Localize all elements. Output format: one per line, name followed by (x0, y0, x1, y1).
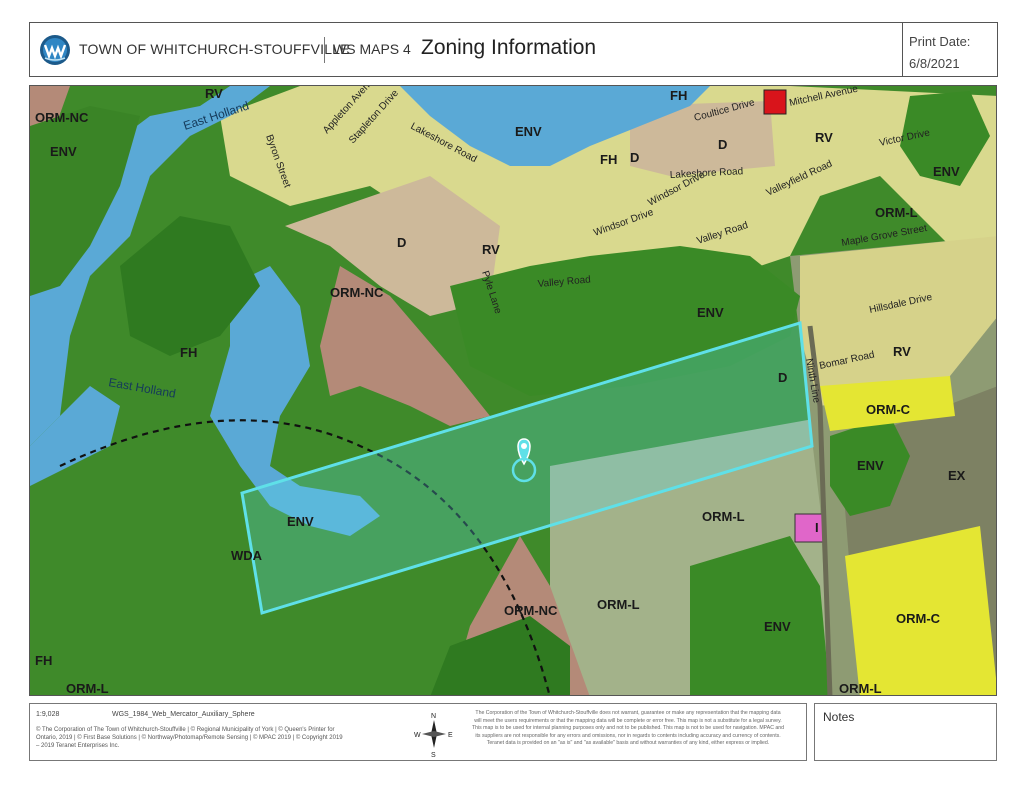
zone-label: D (630, 150, 639, 165)
print-date-value: 6/8/2021 (909, 56, 960, 71)
zone-label: RV (893, 344, 911, 359)
zone-label: ENV (764, 619, 791, 634)
zone-label: FH (670, 88, 687, 103)
zone-label: ORM-NC (35, 110, 89, 125)
zone-label: ORM-L (839, 681, 882, 696)
zone-label: ENV (857, 458, 884, 473)
map-credits: © The Corporation of The Town of Whitchu… (36, 726, 416, 750)
credits-line: © The Corporation of The Town of Whitchu… (36, 727, 335, 733)
compass-w: W (414, 732, 421, 739)
compass-e: E (448, 732, 453, 739)
zone-label: I (815, 520, 819, 535)
zone-label: RV (482, 242, 500, 257)
zone-label: ORM-NC (330, 285, 384, 300)
map-header: TOWN OF WHITCHURCH-STOUFFVILLE WS MAPS 4… (29, 22, 903, 77)
zone-label: ENV (697, 305, 724, 320)
zone-label: ORM-L (597, 597, 640, 612)
zone-label: RV (815, 130, 833, 145)
organization-name: TOWN OF WHITCHURCH-STOUFFVILLE (79, 41, 350, 57)
disclaimer-line: Teranet data is provided on an "as is" a… (486, 740, 770, 747)
zone-label: ORM-C (896, 611, 941, 626)
disclaimer-line: will meet the users requirements or that… (474, 717, 782, 724)
notes-box: Notes (814, 703, 997, 761)
map-projection: WGS_1984_Web_Mercator_Auxiliary_Sphere (112, 711, 255, 718)
compass-s: S (431, 752, 436, 758)
disclaimer-line: its suppliers are not responsible for an… (475, 732, 781, 739)
header-divider (324, 37, 325, 63)
zone-label: WDA (231, 548, 263, 563)
zoning-map[interactable]: ORM-NC ENV RV FH ENV FH D D RV ENV ORM-L… (29, 85, 997, 696)
zone-label: ENV (515, 124, 542, 139)
north-arrow-icon: N S E W (414, 713, 453, 758)
zone-label: ORM-L (875, 205, 918, 220)
zone-label: EX (948, 468, 966, 483)
zone-label: ENV (287, 514, 314, 529)
notes-label: Notes (823, 710, 855, 724)
town-logo-icon (40, 35, 70, 65)
zone-label: ORM-L (702, 509, 745, 524)
disclaimer-line: The Corporation of the Town of Whitchurc… (475, 710, 781, 716)
institutional-parcel (794, 513, 826, 543)
zone-label: FH (35, 653, 52, 668)
map-footer: 1:9,028 WGS_1984_Web_Mercator_Auxiliary_… (29, 703, 807, 761)
zone-label: RV (205, 86, 223, 101)
map-disclaimer: The Corporation of the Town of Whitchurc… (454, 710, 802, 748)
zone-label: D (718, 137, 727, 152)
page-title: Zoning Information (421, 36, 597, 59)
red-parcel (763, 89, 787, 115)
zone-label: ORM-L (66, 681, 109, 696)
zone-label: FH (180, 345, 197, 360)
print-date-box: Print Date: 6/8/2021 (903, 22, 998, 77)
zone-label: FH (600, 152, 617, 167)
credits-line: – 2019 Teranet Enterprises Inc. (36, 743, 120, 749)
credits-line: Ontario, 2019 | © First Base Solutions |… (36, 735, 343, 741)
print-date-label: Print Date: (909, 34, 971, 49)
zoning-map-canvas[interactable]: ORM-NC ENV RV FH ENV FH D D RV ENV ORM-L… (30, 86, 997, 696)
disclaimer-line: This map is to be used for internal plan… (471, 725, 785, 732)
zone-label: ENV (933, 164, 960, 179)
zone-label: ORM-NC (504, 603, 558, 618)
app-name: WS MAPS 4 (333, 41, 411, 57)
zone-label: D (397, 235, 406, 250)
zone-label: D (778, 370, 787, 385)
compass-n: N (431, 713, 436, 720)
zone-label: ENV (50, 144, 77, 159)
map-scale: 1:9,028 (36, 711, 60, 718)
zone-label: ORM-C (866, 402, 911, 417)
